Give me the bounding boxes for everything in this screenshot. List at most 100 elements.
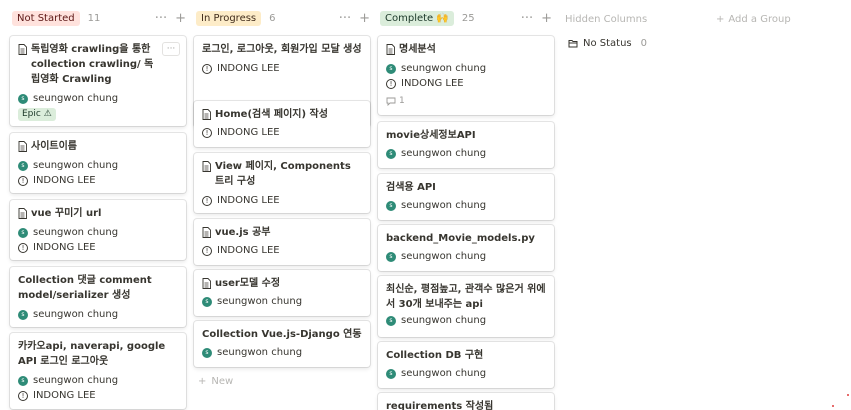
board-card[interactable]: Home(검색 페이지) 작성 ! INDONG LEE	[194, 101, 370, 147]
board-card[interactable]: movie상세정보API s seungwon chung	[378, 122, 554, 168]
assignee: s seungwon chung	[386, 315, 546, 327]
info-icon: !	[202, 246, 212, 256]
plus-icon[interactable]: +	[359, 12, 370, 25]
avatar: s	[18, 310, 28, 320]
info-icon: !	[386, 79, 396, 89]
decorative-dot	[847, 394, 849, 396]
page-icon	[202, 161, 211, 172]
assignee: s seungwon chung	[18, 375, 178, 387]
card-title: vue 꾸미기 url	[31, 208, 102, 219]
page-icon	[202, 109, 211, 120]
reviewer: ! INDONG LEE	[18, 390, 178, 402]
board-card[interactable]: View 페이지, Components 트리 구성 ! INDONG LEE	[194, 153, 370, 213]
page-icon	[386, 44, 395, 55]
hidden-columns-label: Hidden Columns	[565, 14, 648, 25]
no-status-column[interactable]: No Status 0	[568, 38, 647, 49]
card-title: vue.js 공부	[215, 227, 271, 238]
column-header: Complete 🙌 25 ··· +	[378, 0, 552, 36]
board-card[interactable]: user모델 수정 s seungwon chung	[194, 270, 370, 316]
reviewer: ! INDONG LEE	[386, 78, 546, 90]
assignee: s seungwon chung	[386, 63, 546, 75]
avatar: s	[386, 369, 396, 379]
avatar: s	[18, 161, 28, 171]
column-complete: Complete 🙌 25 ··· +	[378, 0, 552, 36]
info-icon: !	[202, 64, 212, 74]
assignee: s seungwon chung	[18, 93, 178, 105]
avatar: s	[386, 201, 396, 211]
reviewer: ! INDONG LEE	[202, 127, 362, 139]
card-title: View 페이지, Components 트리 구성	[215, 161, 351, 187]
column-count: 6	[269, 12, 276, 24]
assignee: s seungwon chung	[202, 347, 362, 359]
assignee: s seungwon chung	[202, 296, 362, 308]
column-not-started: Not Started 11 ··· +	[10, 0, 186, 36]
avatar: s	[202, 348, 212, 358]
info-icon: !	[202, 128, 212, 138]
card-title: 검색용 API	[386, 182, 436, 193]
page-icon	[18, 44, 27, 55]
avatar: s	[202, 297, 212, 307]
info-icon: !	[18, 243, 28, 253]
info-icon: !	[18, 176, 28, 186]
column-count: 11	[87, 12, 101, 24]
plus-icon: +	[198, 376, 207, 387]
reviewer: ! INDONG LEE	[18, 242, 178, 254]
card-title: requirements 작성됨	[386, 401, 494, 410]
avatar: s	[386, 64, 396, 74]
more-horizontal-icon[interactable]: ···	[339, 12, 351, 25]
reviewer: ! INDONG LEE	[18, 175, 178, 187]
column-header: In Progress 6 ··· +	[194, 0, 370, 36]
avatar: s	[18, 94, 28, 104]
add-group-button[interactable]: + Add a Group	[716, 14, 791, 25]
reviewer: ! INDONG LEE	[202, 245, 362, 257]
plus-icon[interactable]: +	[541, 12, 552, 25]
card-title: Home(검색 페이지) 작성	[215, 109, 328, 120]
status-tag[interactable]: In Progress	[196, 10, 262, 26]
avatar: s	[386, 316, 396, 326]
board-card[interactable]: 사이트이름 s seungwon chung ! INDONG LEE	[10, 133, 186, 193]
card-title: 최신순, 평점높고, 관객수 많은거 위에서 30개 보내주는 api	[386, 284, 546, 310]
assignee: s seungwon chung	[386, 251, 546, 263]
reviewer: ! INDONG LEE	[202, 63, 362, 75]
assignee: s seungwon chung	[386, 200, 546, 212]
board-card[interactable]: Collection Vue.js-Django 연동 s seungwon ch…	[194, 321, 370, 367]
comment-count: 1	[386, 96, 546, 106]
card-title: Collection 댓글 comment model/serializer 생…	[18, 275, 152, 301]
board-card[interactable]: vue 꾸미기 url s seungwon chung ! INDONG LEE	[10, 200, 186, 260]
board-card[interactable]: Collection DB 구현 s seungwon chung	[378, 342, 554, 388]
card-title: 명세분석	[399, 44, 436, 55]
more-horizontal-icon[interactable]: ···	[521, 12, 533, 25]
assignee: s seungwon chung	[386, 368, 546, 380]
card-title: 독립영화 crawling을 통한 collection crawling/ 독…	[31, 44, 154, 85]
card-title: backend_Movie_models.py	[386, 233, 535, 244]
more-horizontal-icon[interactable]: ···	[155, 12, 167, 25]
new-card-button[interactable]: + New	[198, 376, 233, 387]
board-card[interactable]: Collection 댓글 comment model/serializer 생…	[10, 267, 186, 327]
info-icon: !	[202, 196, 212, 206]
status-tag[interactable]: Complete 🙌	[380, 10, 454, 26]
card-title: Collection Vue.js-Django 연동	[202, 329, 362, 340]
avatar: s	[386, 252, 396, 262]
board-card[interactable]: 카카오api, naverapi, google API 로그인 로그아웃 ss…	[10, 333, 186, 409]
page-icon	[18, 208, 27, 219]
column-in-progress: In Progress 6 ··· +	[194, 0, 370, 36]
reviewer: ! INDONG LEE	[202, 195, 362, 207]
page-icon	[202, 227, 211, 238]
board-card[interactable]: backend_Movie_models.py s seungwon chung	[378, 225, 554, 271]
board-card[interactable]: vue.js 공부 ! INDONG LEE	[194, 219, 370, 265]
page-icon	[202, 278, 211, 289]
status-tag[interactable]: Not Started	[12, 10, 80, 26]
more-horizontal-icon[interactable]: ···	[162, 42, 180, 56]
card-title: 카카오api, naverapi, google API 로그인 로그아웃	[18, 341, 166, 367]
plus-icon[interactable]: +	[175, 12, 186, 25]
assignee: s seungwon chung	[18, 160, 178, 172]
assignee: s seungwon chung	[386, 148, 546, 160]
board-card[interactable]: 최신순, 평점높고, 관객수 많은거 위에서 30개 보내주는 api s seu…	[378, 276, 554, 337]
plus-icon: +	[716, 14, 725, 25]
board-card[interactable]: 명세분석 s seungwon chung ! INDONG LEE 1	[378, 36, 554, 115]
board-card[interactable]: requirements 작성됨	[378, 393, 554, 410]
board-card[interactable]: 독립영화 crawling을 통한 collection crawling/ 독…	[10, 36, 186, 126]
folder-icon	[568, 40, 578, 48]
avatar: s	[386, 149, 396, 159]
board-card[interactable]: 검색용 API s seungwon chung	[378, 174, 554, 220]
